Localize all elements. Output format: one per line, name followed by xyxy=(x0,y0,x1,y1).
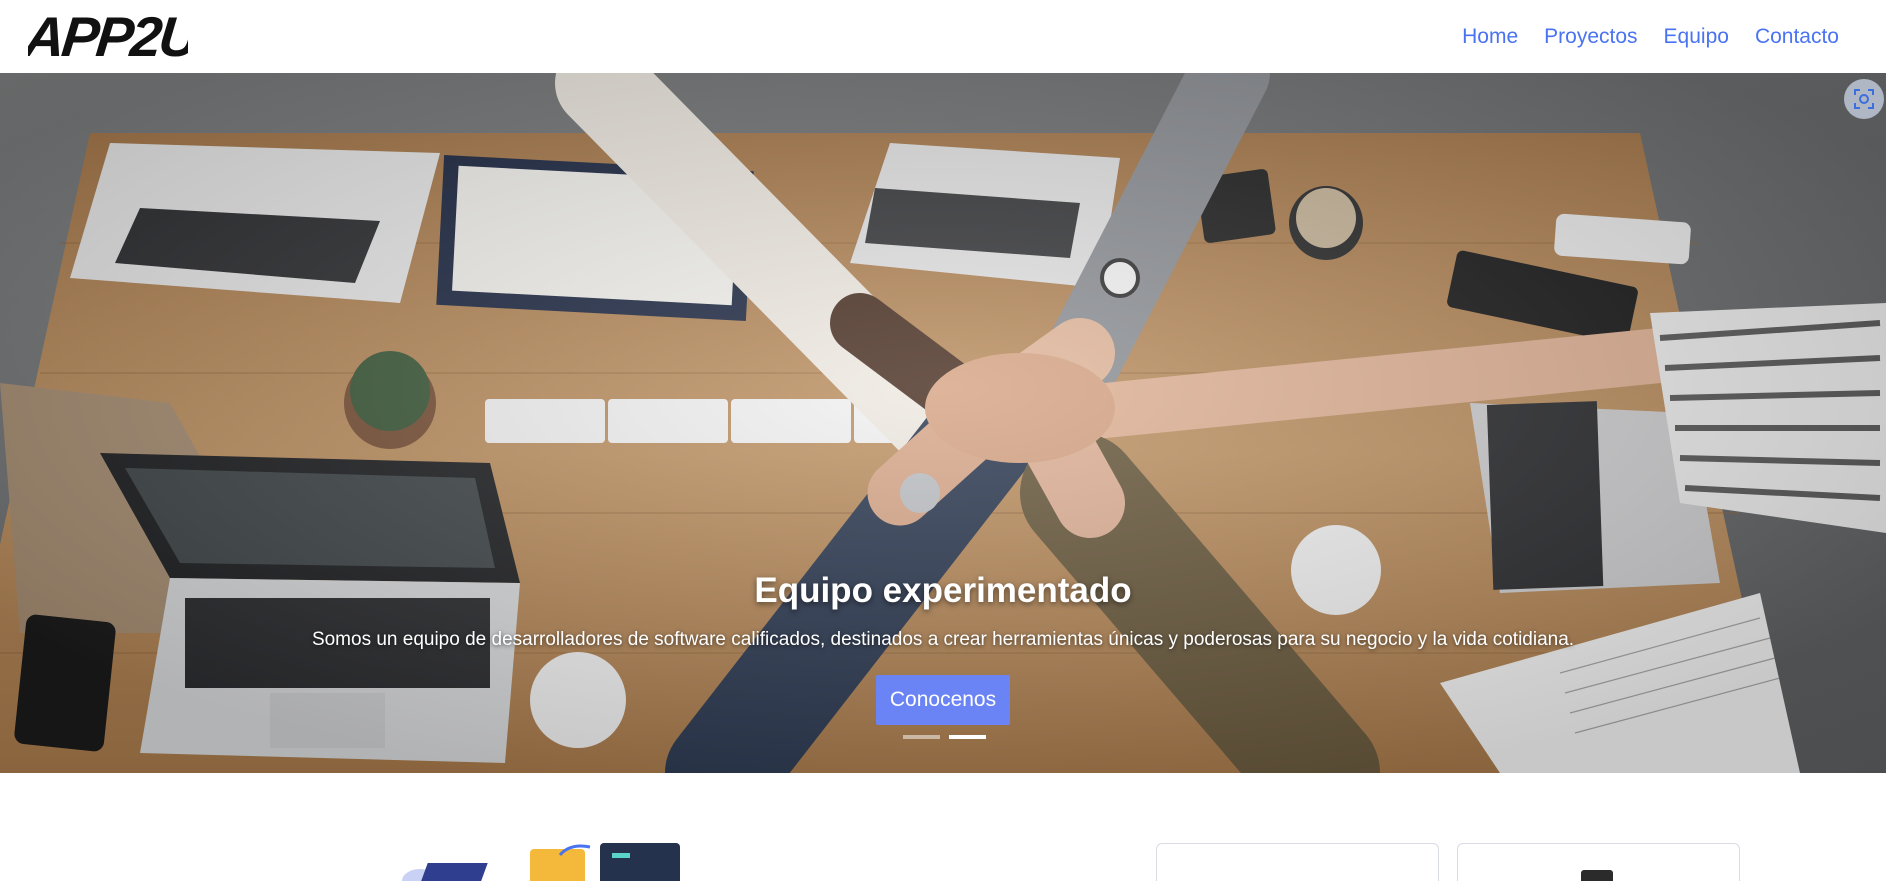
device-icon xyxy=(1581,870,1613,881)
nav-link-contacto[interactable]: Contacto xyxy=(1755,22,1839,52)
svg-text:APP2U: APP2U xyxy=(28,6,188,64)
brand-logo[interactable]: APP2U xyxy=(28,6,188,64)
carousel-indicator-2[interactable] xyxy=(949,735,986,739)
nav-link-proyectos[interactable]: Proyectos xyxy=(1544,22,1637,52)
carousel-indicator-1[interactable] xyxy=(903,735,940,739)
navbar: APP2U Home Proyectos Equipo Contacto xyxy=(0,0,1886,73)
carousel-caption: Equipo experimentado Somos un equipo de … xyxy=(0,571,1886,725)
feature-card-2[interactable] xyxy=(1457,843,1740,881)
hero-title: Equipo experimentado xyxy=(754,571,1132,610)
nav-link-home[interactable]: Home xyxy=(1462,22,1518,52)
conocenos-button[interactable]: Conocenos xyxy=(876,675,1010,725)
nav-link-equipo[interactable]: Equipo xyxy=(1664,22,1729,52)
carousel-indicators xyxy=(903,735,986,739)
main-nav: Home Proyectos Equipo Contacto xyxy=(1462,22,1839,52)
app-illustration xyxy=(402,843,680,881)
features-section xyxy=(0,773,1886,881)
hero-carousel: Equipo experimentado Somos un equipo de … xyxy=(0,73,1886,773)
feature-card-1[interactable] xyxy=(1156,843,1439,881)
visual-search-button[interactable] xyxy=(1844,79,1884,119)
scan-icon xyxy=(1854,89,1874,109)
hero-description: Somos un equipo de desarrolladores de so… xyxy=(311,629,1575,650)
